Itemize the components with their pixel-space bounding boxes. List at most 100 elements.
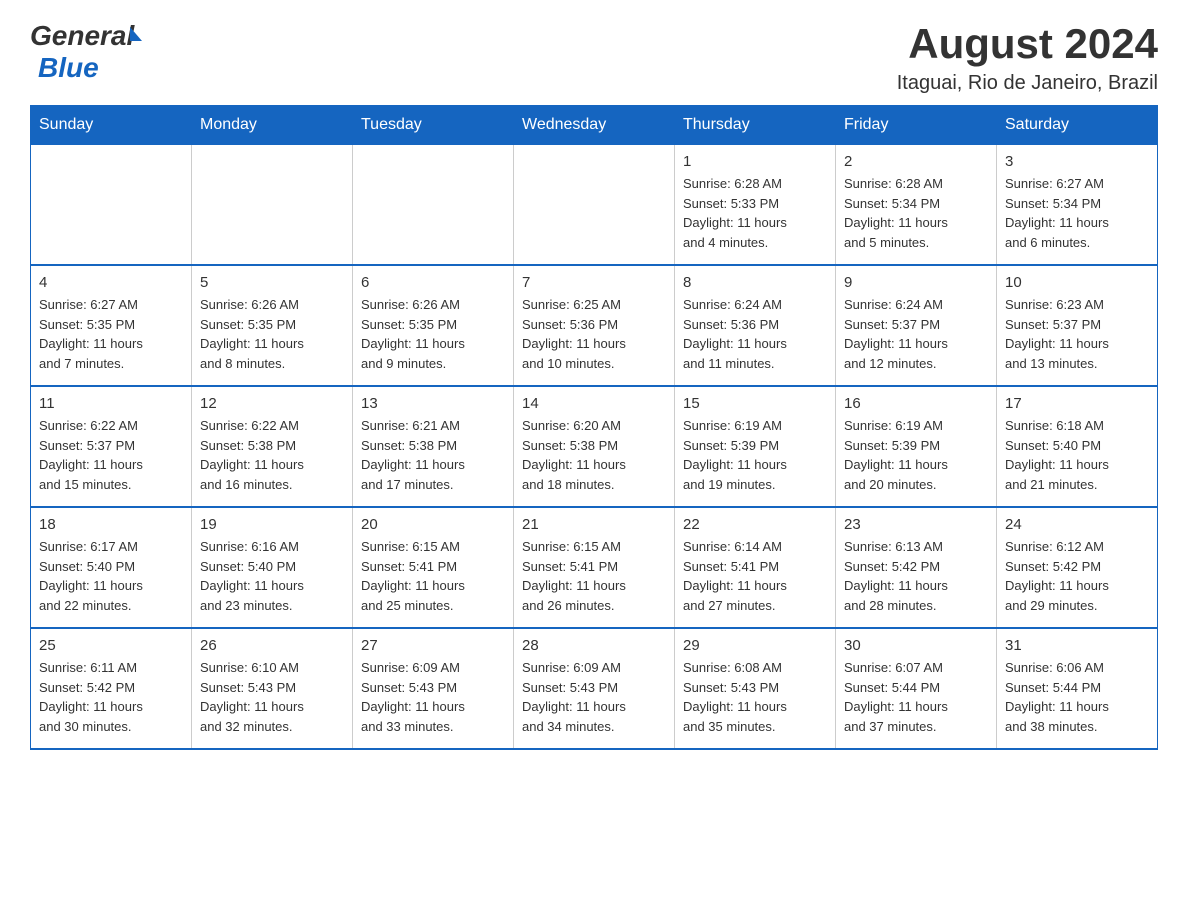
day-info: Sunrise: 6:19 AM Sunset: 5:39 PM Dayligh…: [844, 416, 988, 494]
col-sunday: Sunday: [31, 106, 192, 145]
day-info: Sunrise: 6:24 AM Sunset: 5:36 PM Dayligh…: [683, 295, 827, 373]
day-number: 16: [844, 395, 988, 412]
calendar-week-1: 1 Sunrise: 6:28 AM Sunset: 5:33 PM Daylig…: [31, 145, 1158, 266]
col-thursday: Thursday: [675, 106, 836, 145]
logo: General Blue: [30, 20, 142, 84]
day-info: Sunrise: 6:12 AM Sunset: 5:42 PM Dayligh…: [1005, 537, 1149, 615]
day-number: 10: [1005, 274, 1149, 291]
day-info: Sunrise: 6:10 AM Sunset: 5:43 PM Dayligh…: [200, 658, 344, 736]
calendar-week-5: 25Sunrise: 6:11 AM Sunset: 5:42 PM Dayli…: [31, 628, 1158, 749]
day-number: 29: [683, 637, 827, 654]
day-info: Sunrise: 6:15 AM Sunset: 5:41 PM Dayligh…: [522, 537, 666, 615]
day-info: Sunrise: 6:15 AM Sunset: 5:41 PM Dayligh…: [361, 537, 505, 615]
calendar-cell: 17 Sunrise: 6:18 AM Sunset: 5:40 PM Dayli…: [997, 386, 1158, 507]
calendar-cell: 30Sunrise: 6:07 AM Sunset: 5:44 PM Dayli…: [836, 628, 997, 749]
day-number: 9: [844, 274, 988, 291]
day-number: 12: [200, 395, 344, 412]
calendar-cell: [514, 145, 675, 266]
calendar-cell: [192, 145, 353, 266]
day-number: 25: [39, 637, 183, 654]
calendar-cell: 31 Sunrise: 6:06 AM Sunset: 5:44 PM Dayli…: [997, 628, 1158, 749]
calendar-cell: [353, 145, 514, 266]
logo-triangle-icon: [130, 27, 142, 41]
day-info: Sunrise: 6:06 AM Sunset: 5:44 PM Dayligh…: [1005, 658, 1149, 736]
day-number: 19: [200, 516, 344, 533]
calendar-cell: 20Sunrise: 6:15 AM Sunset: 5:41 PM Dayli…: [353, 507, 514, 628]
day-info: Sunrise: 6:19 AM Sunset: 5:39 PM Dayligh…: [683, 416, 827, 494]
day-info: Sunrise: 6:22 AM Sunset: 5:37 PM Dayligh…: [39, 416, 183, 494]
day-info: Sunrise: 6:13 AM Sunset: 5:42 PM Dayligh…: [844, 537, 988, 615]
day-info: Sunrise: 6:24 AM Sunset: 5:37 PM Dayligh…: [844, 295, 988, 373]
day-number: 27: [361, 637, 505, 654]
calendar-cell: 9 Sunrise: 6:24 AM Sunset: 5:37 PM Daylig…: [836, 265, 997, 386]
calendar-cell: [31, 145, 192, 266]
calendar-cell: 22 Sunrise: 6:14 AM Sunset: 5:41 PM Dayli…: [675, 507, 836, 628]
day-number: 31: [1005, 637, 1149, 654]
day-info: Sunrise: 6:28 AM Sunset: 5:33 PM Dayligh…: [683, 174, 827, 252]
day-number: 23: [844, 516, 988, 533]
calendar-cell: 25Sunrise: 6:11 AM Sunset: 5:42 PM Dayli…: [31, 628, 192, 749]
calendar-body: 1 Sunrise: 6:28 AM Sunset: 5:33 PM Daylig…: [31, 145, 1158, 750]
calendar-week-2: 4 Sunrise: 6:27 AM Sunset: 5:35 PM Daylig…: [31, 265, 1158, 386]
day-info: Sunrise: 6:23 AM Sunset: 5:37 PM Dayligh…: [1005, 295, 1149, 373]
day-info: Sunrise: 6:09 AM Sunset: 5:43 PM Dayligh…: [522, 658, 666, 736]
col-wednesday: Wednesday: [514, 106, 675, 145]
day-number: 7: [522, 274, 666, 291]
calendar-cell: 2 Sunrise: 6:28 AM Sunset: 5:34 PM Daylig…: [836, 145, 997, 266]
location-title: Itaguai, Rio de Janeiro, Brazil: [897, 72, 1158, 95]
day-info: Sunrise: 6:18 AM Sunset: 5:40 PM Dayligh…: [1005, 416, 1149, 494]
day-info: Sunrise: 6:14 AM Sunset: 5:41 PM Dayligh…: [683, 537, 827, 615]
calendar-cell: 19 Sunrise: 6:16 AM Sunset: 5:40 PM Dayli…: [192, 507, 353, 628]
day-info: Sunrise: 6:27 AM Sunset: 5:34 PM Dayligh…: [1005, 174, 1149, 252]
day-number: 21: [522, 516, 666, 533]
day-number: 1: [683, 153, 827, 170]
calendar-cell: 24Sunrise: 6:12 AM Sunset: 5:42 PM Dayli…: [997, 507, 1158, 628]
calendar-cell: 13Sunrise: 6:21 AM Sunset: 5:38 PM Dayli…: [353, 386, 514, 507]
day-info: Sunrise: 6:26 AM Sunset: 5:35 PM Dayligh…: [361, 295, 505, 373]
day-info: Sunrise: 6:26 AM Sunset: 5:35 PM Dayligh…: [200, 295, 344, 373]
col-saturday: Saturday: [997, 106, 1158, 145]
calendar-cell: 8 Sunrise: 6:24 AM Sunset: 5:36 PM Daylig…: [675, 265, 836, 386]
title-area: August 2024 Itaguai, Rio de Janeiro, Bra…: [897, 20, 1158, 95]
month-title: August 2024: [897, 20, 1158, 68]
calendar-cell: 14 Sunrise: 6:20 AM Sunset: 5:38 PM Dayli…: [514, 386, 675, 507]
day-info: Sunrise: 6:27 AM Sunset: 5:35 PM Dayligh…: [39, 295, 183, 373]
day-number: 13: [361, 395, 505, 412]
day-info: Sunrise: 6:08 AM Sunset: 5:43 PM Dayligh…: [683, 658, 827, 736]
day-number: 6: [361, 274, 505, 291]
day-number: 3: [1005, 153, 1149, 170]
calendar-cell: 27 Sunrise: 6:09 AM Sunset: 5:43 PM Dayli…: [353, 628, 514, 749]
calendar-cell: 3 Sunrise: 6:27 AM Sunset: 5:34 PM Daylig…: [997, 145, 1158, 266]
calendar-cell: 6 Sunrise: 6:26 AM Sunset: 5:35 PM Daylig…: [353, 265, 514, 386]
calendar-cell: 11 Sunrise: 6:22 AM Sunset: 5:37 PM Dayli…: [31, 386, 192, 507]
calendar-cell: 23 Sunrise: 6:13 AM Sunset: 5:42 PM Dayli…: [836, 507, 997, 628]
calendar-cell: 21 Sunrise: 6:15 AM Sunset: 5:41 PM Dayli…: [514, 507, 675, 628]
day-info: Sunrise: 6:16 AM Sunset: 5:40 PM Dayligh…: [200, 537, 344, 615]
calendar-table: Sunday Monday Tuesday Wednesday Thursday…: [30, 105, 1158, 750]
calendar-cell: 5 Sunrise: 6:26 AM Sunset: 5:35 PM Daylig…: [192, 265, 353, 386]
calendar-cell: 26 Sunrise: 6:10 AM Sunset: 5:43 PM Dayli…: [192, 628, 353, 749]
header-row: Sunday Monday Tuesday Wednesday Thursday…: [31, 106, 1158, 145]
calendar-cell: 18Sunrise: 6:17 AM Sunset: 5:40 PM Dayli…: [31, 507, 192, 628]
calendar-cell: 10 Sunrise: 6:23 AM Sunset: 5:37 PM Dayli…: [997, 265, 1158, 386]
day-number: 26: [200, 637, 344, 654]
day-number: 22: [683, 516, 827, 533]
day-number: 4: [39, 274, 183, 291]
col-friday: Friday: [836, 106, 997, 145]
calendar-cell: 28 Sunrise: 6:09 AM Sunset: 5:43 PM Dayli…: [514, 628, 675, 749]
day-info: Sunrise: 6:22 AM Sunset: 5:38 PM Dayligh…: [200, 416, 344, 494]
day-number: 2: [844, 153, 988, 170]
day-number: 14: [522, 395, 666, 412]
day-number: 5: [200, 274, 344, 291]
day-number: 28: [522, 637, 666, 654]
day-info: Sunrise: 6:07 AM Sunset: 5:44 PM Dayligh…: [844, 658, 988, 736]
day-info: Sunrise: 6:28 AM Sunset: 5:34 PM Dayligh…: [844, 174, 988, 252]
day-info: Sunrise: 6:20 AM Sunset: 5:38 PM Dayligh…: [522, 416, 666, 494]
day-number: 8: [683, 274, 827, 291]
day-number: 11: [39, 395, 183, 412]
day-number: 17: [1005, 395, 1149, 412]
calendar-cell: 16 Sunrise: 6:19 AM Sunset: 5:39 PM Dayli…: [836, 386, 997, 507]
logo-blue-text: Blue: [38, 52, 99, 84]
day-info: Sunrise: 6:09 AM Sunset: 5:43 PM Dayligh…: [361, 658, 505, 736]
calendar-cell: 7Sunrise: 6:25 AM Sunset: 5:36 PM Daylig…: [514, 265, 675, 386]
